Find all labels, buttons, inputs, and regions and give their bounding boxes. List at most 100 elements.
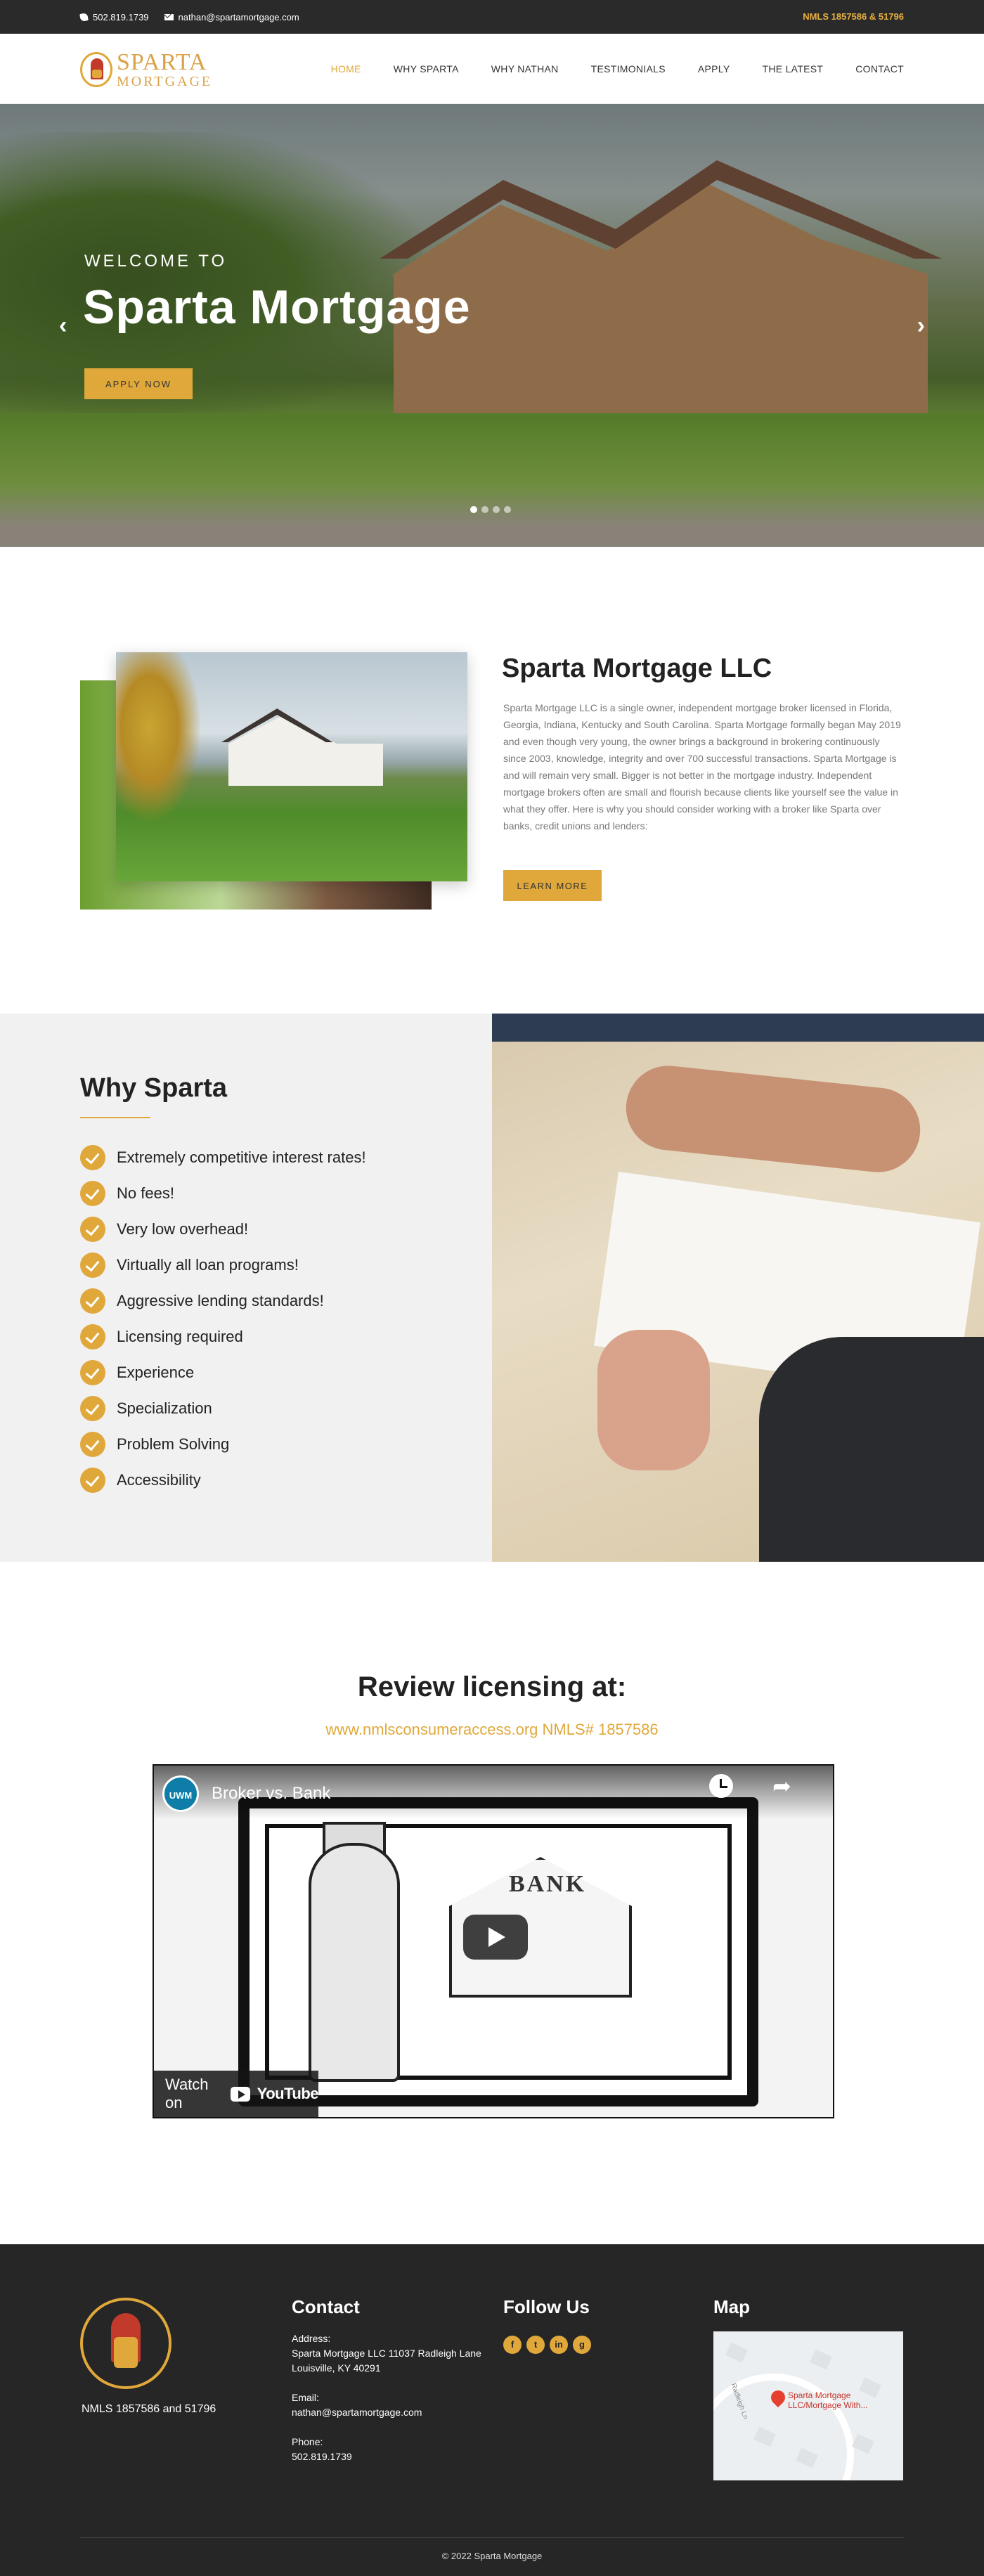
- why-title: Why Sparta: [80, 1073, 228, 1103]
- nav-why-nathan[interactable]: WHY NATHAN: [491, 63, 559, 75]
- site-header: SPARTA MORTGAGE HOME WHY SPARTA WHY NATH…: [0, 34, 984, 104]
- phone-icon: [79, 12, 89, 22]
- about-body: Sparta Mortgage LLC is a single owner, i…: [503, 702, 901, 831]
- main-nav: HOME WHY SPARTA WHY NATHAN TESTIMONIALS …: [331, 34, 904, 104]
- slider-next-icon[interactable]: ›: [917, 313, 925, 337]
- nmls-link[interactable]: www.nmlsconsumeraccess.org NMLS# 1857586: [0, 1721, 984, 1739]
- watch-later-icon[interactable]: [709, 1774, 733, 1798]
- why-image-sleeve: [492, 1014, 984, 1042]
- check-icon: [80, 1323, 105, 1350]
- email-value[interactable]: nathan@spartamortgage.com: [292, 2405, 481, 2420]
- logo-line2: MORTGAGE: [117, 74, 213, 89]
- address-value: Sparta Mortgage LLC 11037 Radleigh Lane …: [292, 2348, 481, 2374]
- map-embed[interactable]: Radleigh Ln Sparta Mortgage LLC/Mortgage…: [713, 2331, 903, 2480]
- why-image-hand: [621, 1061, 925, 1177]
- site-logo[interactable]: SPARTA MORTGAGE: [80, 48, 212, 91]
- hero-slider: WELCOME TO Sparta Mortgage APPLY NOW ‹ ›: [0, 104, 984, 547]
- helmet-icon: [80, 52, 112, 87]
- address-label: Address:: [292, 2333, 331, 2344]
- check-icon: [80, 1288, 105, 1314]
- why-list: Extremely competitive interest rates! No…: [80, 1139, 366, 1498]
- nav-testimonials[interactable]: TESTIMONIALS: [591, 63, 666, 75]
- video-title[interactable]: Broker vs. Bank: [212, 1784, 330, 1804]
- play-button[interactable]: [463, 1915, 528, 1960]
- check-icon: [80, 1395, 105, 1421]
- list-item: Virtually all loan programs!: [80, 1247, 366, 1283]
- footer-contact-title: Contact: [292, 2296, 360, 2317]
- facebook-icon[interactable]: f: [503, 2336, 522, 2354]
- channel-avatar[interactable]: UWM: [162, 1775, 199, 1812]
- why-image-jacket: [759, 1337, 984, 1562]
- footer-follow-title: Follow Us: [503, 2296, 590, 2317]
- nav-why-sparta[interactable]: WHY SPARTA: [394, 63, 459, 75]
- check-icon: [80, 1359, 105, 1385]
- map-pin-label: Sparta Mortgage LLC/Mortgage With...: [788, 2390, 868, 2410]
- watch-on-youtube-button[interactable]: Watch on YouTube: [154, 2071, 319, 2117]
- google-icon[interactable]: g: [573, 2336, 591, 2354]
- copyright: © 2022 Sparta Mortgage: [441, 2551, 543, 2561]
- top-phone[interactable]: 502.819.1739: [79, 11, 149, 22]
- mail-icon: [164, 13, 174, 20]
- list-item: Accessibility: [80, 1462, 366, 1498]
- nav-home[interactable]: HOME: [331, 63, 361, 75]
- list-item: Extremely competitive interest rates!: [80, 1139, 366, 1175]
- list-item: Very low overhead!: [80, 1211, 366, 1247]
- nav-apply[interactable]: APPLY: [698, 63, 730, 75]
- slider-dot[interactable]: [481, 506, 488, 513]
- list-item-label: Accessibility: [117, 1470, 201, 1489]
- list-item-label: Licensing required: [117, 1327, 243, 1345]
- about-title: Sparta Mortgage LLC: [502, 654, 772, 683]
- slider-dot[interactable]: [470, 506, 477, 513]
- about-image: [116, 652, 467, 881]
- footer-map-title: Map: [713, 2296, 750, 2317]
- map-building: [851, 2433, 875, 2454]
- email-label: Email:: [292, 2392, 319, 2403]
- linkedin-icon[interactable]: in: [550, 2336, 568, 2354]
- video-bank-sign: BANK: [509, 1871, 587, 1897]
- list-item-label: No fees!: [117, 1184, 174, 1202]
- slider-prev-icon[interactable]: ‹: [59, 313, 67, 337]
- youtube-label: YouTube: [257, 2085, 319, 2102]
- watch-on-label: Watch on: [165, 2076, 209, 2111]
- list-item-label: Problem Solving: [117, 1435, 230, 1453]
- map-building: [809, 2349, 833, 2370]
- spartan-emblem-icon: [80, 2298, 171, 2389]
- slider-dot[interactable]: [504, 506, 511, 513]
- why-image-hand: [597, 1330, 710, 1470]
- phone-value[interactable]: 502.819.1739: [292, 2449, 481, 2464]
- list-item-label: Very low overhead!: [117, 1219, 249, 1238]
- why-title-underline: [80, 1117, 150, 1118]
- nav-the-latest[interactable]: THE LATEST: [763, 63, 824, 75]
- share-icon[interactable]: ➦: [772, 1773, 791, 1799]
- twitter-icon[interactable]: t: [526, 2336, 545, 2354]
- check-icon: [80, 1144, 105, 1170]
- list-item: Aggressive lending standards!: [80, 1283, 366, 1319]
- top-phone-text: 502.819.1739: [93, 11, 149, 22]
- list-item-label: Experience: [117, 1363, 195, 1381]
- top-email[interactable]: nathan@spartamortgage.com: [164, 12, 299, 22]
- list-item: Problem Solving: [80, 1426, 366, 1462]
- footer-contact: Address: Sparta Mortgage LLC 11037 Radle…: [292, 2331, 481, 2464]
- list-item-label: Specialization: [117, 1399, 212, 1417]
- apply-now-button[interactable]: APPLY NOW: [84, 368, 193, 399]
- list-item: No fees!: [80, 1175, 366, 1211]
- logo-text: SPARTA MORTGAGE: [117, 51, 212, 89]
- map-building: [725, 2342, 749, 2363]
- list-item-label: Extremely competitive interest rates!: [117, 1148, 366, 1166]
- top-email-text: nathan@spartamortgage.com: [178, 11, 299, 22]
- video-embed[interactable]: BANK UWM Broker vs. Bank ➦ Watch on YouT…: [153, 1764, 834, 2118]
- footer-nmls: NMLS 1857586 and 51796: [82, 2403, 216, 2415]
- phone-label: Phone:: [292, 2436, 323, 2447]
- nav-contact[interactable]: CONTACT: [855, 63, 904, 75]
- why-image: [492, 1014, 984, 1562]
- learn-more-button[interactable]: LEARN MORE: [503, 870, 602, 901]
- list-item: Licensing required: [80, 1319, 366, 1354]
- check-icon: [80, 1216, 105, 1242]
- list-item: Experience: [80, 1354, 366, 1390]
- check-icon: [80, 1467, 105, 1493]
- site-footer: NMLS 1857586 and 51796 Contact Address: …: [0, 2244, 984, 2576]
- list-item: Specialization: [80, 1390, 366, 1426]
- footer-divider: [80, 2537, 904, 2538]
- slider-dot[interactable]: [493, 506, 500, 513]
- slider-dots: [470, 506, 511, 513]
